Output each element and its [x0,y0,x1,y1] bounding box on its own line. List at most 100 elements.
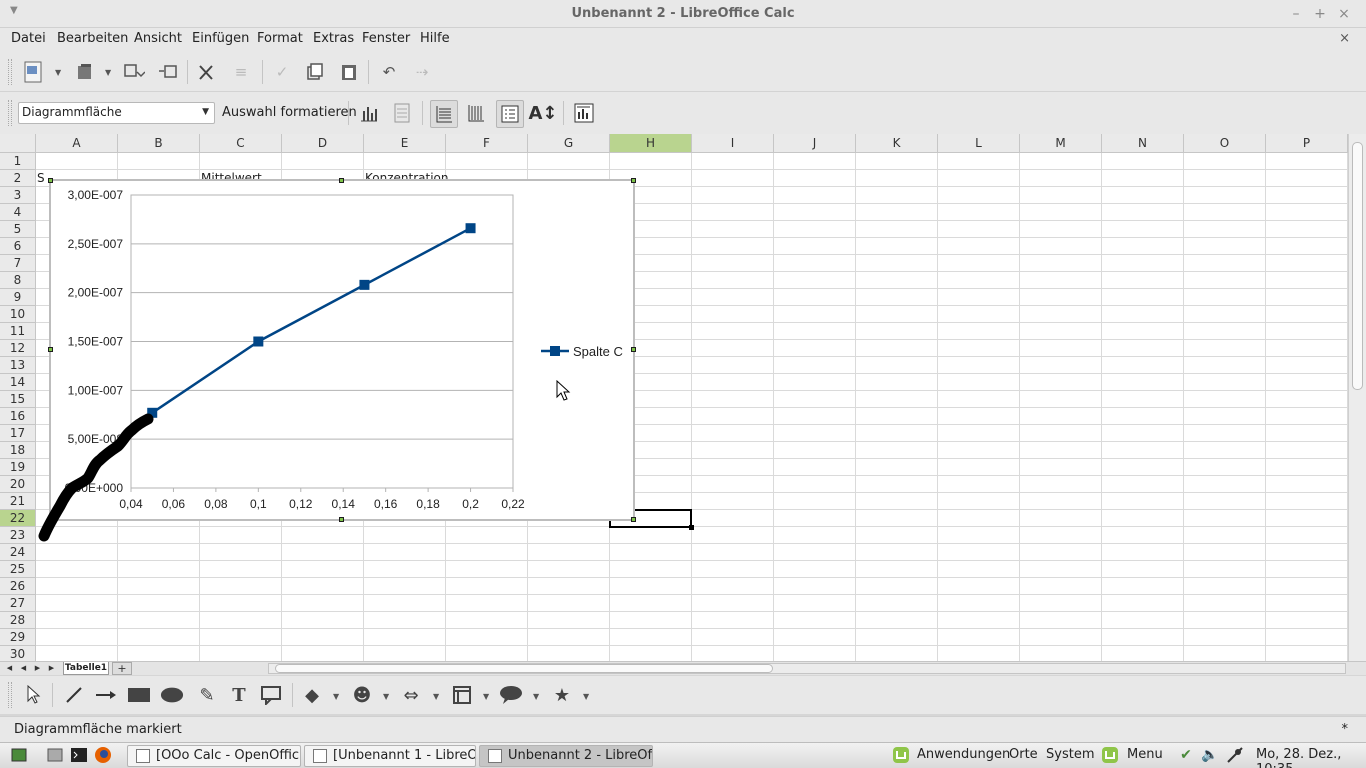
next-sheet-icon[interactable]: ▶ [32,663,43,674]
menu-ansicht[interactable]: Ansicht [134,31,182,46]
task-unbenannt-2[interactable]: Unbenannt 2 - LibreOff... [479,745,653,767]
format-paintbrush-icon[interactable]: ≡ [229,60,253,84]
legend-toggle-icon[interactable] [496,100,524,128]
select-arrow-icon[interactable] [21,683,45,707]
basic-shapes-icon[interactable]: ◆ [300,683,324,707]
menu-fenster[interactable]: Fenster [362,31,410,46]
stars-dropdown-icon[interactable]: ▼ [583,692,593,701]
row-header-25[interactable]: 25 [0,561,36,578]
update-manager-icon[interactable]: ✔ [1177,746,1195,764]
row-header-27[interactable]: 27 [0,595,36,612]
column-header-p[interactable]: P [1266,134,1348,153]
check-icon[interactable]: ✓ [270,60,294,84]
symbol-shapes-icon[interactable]: ☻ [350,683,374,707]
first-sheet-icon[interactable]: ◀ [4,663,15,674]
network-icon[interactable] [1226,746,1244,764]
volume-icon[interactable]: 🔈 [1201,746,1219,764]
horizontal-scroll-thumb[interactable] [275,664,773,673]
maximize-button[interactable]: + [1310,4,1330,24]
file-manager-icon[interactable] [46,746,64,764]
terminal-icon[interactable] [70,746,88,764]
line-arrow-icon[interactable] [94,683,118,707]
text-icon[interactable]: T [227,683,251,707]
prev-sheet-icon[interactable]: ◀ [18,663,29,674]
column-header-n[interactable]: N [1102,134,1184,153]
redo-icon[interactable]: ⇢ [410,60,434,84]
column-header-l[interactable]: L [938,134,1020,153]
stars-icon[interactable]: ★ [550,683,574,707]
chart-type-icon[interactable] [357,101,381,125]
menu-extras[interactable]: Extras [313,31,354,46]
toolbar-grip[interactable] [8,682,12,708]
new-document-icon[interactable] [21,60,45,84]
applications-menu[interactable]: Anwendungen [917,747,1010,762]
format-selection-button[interactable]: Auswahl formatieren [222,105,357,120]
chart-toolbar: Diagrammfläche ▼ Auswahl formatieren A↕ [0,92,1366,134]
mint-menu-icon[interactable] [1101,746,1119,764]
ellipse-icon[interactable] [160,683,184,707]
chevron-down-icon: ▼ [202,107,209,117]
line-icon[interactable] [62,683,86,707]
show-desktop-icon[interactable] [10,746,28,764]
system-menu[interactable]: System [1046,747,1094,762]
templates-dropdown-icon[interactable]: ▼ [105,68,115,77]
freeform-icon[interactable]: ✎ [195,683,219,707]
load-icon[interactable] [122,60,146,84]
task-ooo-calc[interactable]: [OOo Calc - OpenOffic... [127,745,301,767]
close-button[interactable]: × [1334,4,1354,24]
menu-einfuegen[interactable]: Einfügen [192,31,249,46]
callouts-dropdown-icon[interactable]: ▼ [533,692,543,701]
spreadsheet-grid[interactable]: ABCDEFGHIJKLMNOP 1 2 3 4 5 6 7 8 9 10 11 12 13 14 15 16… [0,134,1348,662]
last-sheet-icon[interactable]: ▶ [46,663,57,674]
menu-format[interactable]: Format [257,31,303,46]
mint-menu[interactable]: Menu [1127,747,1163,762]
horizontal-scrollbar[interactable] [268,663,1346,674]
row-header-30[interactable]: 30 [0,646,36,662]
horizontal-grids-icon[interactable] [430,100,458,128]
vertical-grids-icon[interactable] [464,101,488,125]
callout-icon[interactable] [259,683,283,707]
basic-shapes-dropdown-icon[interactable]: ▼ [333,692,343,701]
clock[interactable]: Mo, 28. Dez., 10:35 [1256,747,1366,768]
callouts-icon[interactable] [499,683,523,707]
column-header-o[interactable]: O [1184,134,1266,153]
places-menu[interactable]: Orte [1009,747,1038,762]
scale-text-icon[interactable]: A↕ [529,101,558,125]
menu-hilfe[interactable]: Hilfe [420,31,450,46]
cut-icon[interactable] [195,60,219,84]
new-dropdown-icon[interactable]: ▼ [55,68,65,77]
column-header-j[interactable]: J [774,134,856,153]
column-header-k[interactable]: K [856,134,938,153]
column-header-m[interactable]: M [1020,134,1102,153]
chart-data-table-icon[interactable] [390,101,414,125]
close-document-button[interactable]: × [1339,31,1350,46]
add-sheet-button[interactable]: + [112,662,132,675]
vertical-scroll-thumb[interactable] [1352,142,1363,390]
task-unbenannt-1[interactable]: [Unbenannt 1 - LibreO... [304,745,476,767]
column-header-i[interactable]: I [692,134,774,153]
minimize-button[interactable]: – [1286,4,1306,24]
menu-datei[interactable]: Datei [11,31,46,46]
row-header-26[interactable]: 26 [0,578,36,595]
copy-icon[interactable] [303,60,327,84]
block-arrows-icon[interactable]: ⇔ [399,683,423,707]
firefox-icon[interactable] [94,746,112,764]
row-header-28[interactable]: 28 [0,612,36,629]
block-arrows-dropdown-icon[interactable]: ▼ [433,692,443,701]
save-icon[interactable] [156,60,180,84]
chart-element-select[interactable]: Diagrammfläche ▼ [18,102,215,124]
templates-icon[interactable] [73,60,97,84]
symbol-shapes-dropdown-icon[interactable]: ▼ [383,692,393,701]
toolbar-grip[interactable] [8,100,12,126]
automatic-layout-icon[interactable] [572,101,596,125]
flowchart-icon[interactable] [450,683,474,707]
menu-bearbeiten[interactable]: Bearbeiten [57,31,128,46]
undo-icon[interactable]: ↶ [377,60,401,84]
sheet-tab-tabelle1[interactable]: Tabelle1 [63,662,109,675]
vertical-scrollbar[interactable] [1348,134,1366,662]
row-header-29[interactable]: 29 [0,629,36,646]
toolbar-grip[interactable] [8,59,12,85]
flowchart-dropdown-icon[interactable]: ▼ [483,692,493,701]
paste-icon[interactable] [337,60,361,84]
rectangle-icon[interactable] [127,683,151,707]
